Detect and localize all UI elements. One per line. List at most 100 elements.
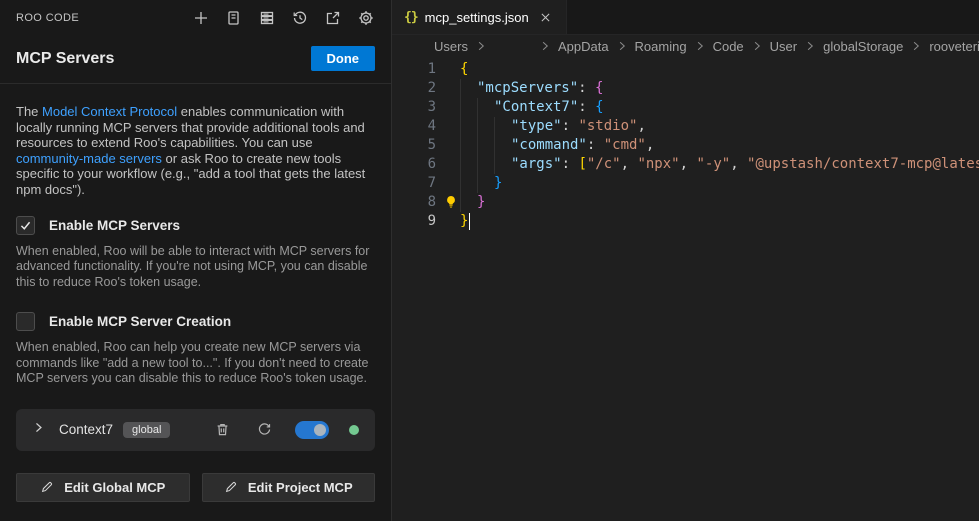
page-title: MCP Servers — [16, 50, 114, 68]
roo-code-panel: ROO CODE — [0, 0, 392, 521]
indent-guide — [477, 98, 494, 117]
prompts-notebook-icon[interactable] — [223, 7, 245, 29]
server-name: Context7 — [59, 422, 113, 437]
chevron-right-icon[interactable] — [32, 421, 45, 439]
indent-guide — [460, 174, 477, 193]
editor-group: {} mcp_settings.json Users AppData Roaming… — [392, 0, 979, 521]
pencil-icon — [40, 480, 54, 494]
enable-mcp-creation-checkbox[interactable] — [16, 312, 35, 331]
token-b1: { — [460, 61, 468, 77]
line-number: 3 — [392, 98, 436, 117]
intro-text: The — [16, 104, 42, 119]
token-pn: : — [578, 99, 595, 115]
breadcrumb-item[interactable]: Code — [713, 39, 744, 54]
token-pn: : — [562, 156, 579, 172]
code-line: 7} — [392, 174, 979, 193]
edit-global-mcp-label: Edit Global MCP — [64, 480, 165, 495]
token-b2: } — [477, 194, 485, 210]
panel-header: ROO CODE — [0, 0, 391, 36]
mcp-server-icon[interactable] — [256, 7, 278, 29]
enable-mcp-servers-checkbox[interactable] — [16, 216, 35, 235]
server-row-context7[interactable]: Context7 global — [16, 409, 375, 451]
toggle-knob — [314, 424, 326, 436]
server-enabled-toggle[interactable] — [295, 421, 329, 439]
token-str: "npx" — [637, 156, 679, 172]
token-b1: } — [460, 213, 468, 229]
line-content: "command": "cmd", — [460, 136, 654, 155]
indent-guide — [477, 117, 494, 136]
indent-guide — [477, 174, 494, 193]
panel-toolbar — [190, 7, 377, 29]
intro-link[interactable]: community-made servers — [16, 151, 162, 166]
enable-mcp-creation-label: Enable MCP Server Creation — [49, 314, 231, 329]
panel-title: ROO CODE — [16, 12, 79, 24]
code-line: 1{ — [392, 60, 979, 79]
line-number: 2 — [392, 79, 436, 98]
edit-global-mcp-button[interactable]: Edit Global MCP — [16, 473, 190, 502]
new-task-plus-icon[interactable] — [190, 7, 212, 29]
token-pn: , — [621, 156, 638, 172]
token-pn: , — [680, 156, 697, 172]
indent-guide — [460, 193, 477, 212]
code-line: 6 "args": ["/c", "npx", "-y", "@upstash/c… — [392, 155, 979, 174]
breadcrumb-item[interactable]: Roaming — [635, 39, 687, 54]
mcp-header-row: MCP Servers Done — [0, 36, 391, 83]
token-key: "Context7" — [494, 99, 578, 115]
code-line: 4 "type": "stdio", — [392, 117, 979, 136]
text-cursor — [469, 213, 470, 230]
enable-mcp-servers-label: Enable MCP Servers — [49, 218, 180, 233]
tab-mcp-settings-json[interactable]: {} mcp_settings.json — [392, 0, 567, 34]
line-number: 4 — [392, 117, 436, 136]
breadcrumb-chevron-icon — [751, 40, 763, 52]
line-number: 6 — [392, 155, 436, 174]
line-content: { — [460, 60, 468, 79]
settings-gear-icon[interactable] — [355, 7, 377, 29]
code-line: 9} — [392, 212, 979, 231]
indent-guide — [460, 136, 477, 155]
open-in-editor-icon[interactable] — [322, 7, 344, 29]
code-line: 2"mcpServers": { — [392, 79, 979, 98]
token-str: "stdio" — [578, 118, 637, 134]
restart-refresh-icon[interactable] — [253, 419, 275, 441]
line-number: 1 — [392, 60, 436, 79]
token-key: "args" — [511, 156, 562, 172]
indent-guide — [460, 155, 477, 174]
delete-trash-icon[interactable] — [211, 419, 233, 441]
enable-mcp-servers-description: When enabled, Roo will be able to intera… — [16, 244, 375, 291]
check-icon — [19, 219, 32, 232]
line-content: "type": "stdio", — [460, 117, 646, 136]
breadcrumb-chevron-icon — [910, 40, 922, 52]
code-editor[interactable]: 1{2"mcpServers": {3"Context7": {4"type":… — [392, 57, 979, 521]
breadcrumb-item[interactable]: rooveterinaryinc.roo-cli — [929, 39, 979, 54]
line-content: "args": ["/c", "npx", "-y", "@upstash/co… — [460, 155, 979, 174]
token-pn: : — [587, 137, 604, 153]
indent-guide — [494, 155, 511, 174]
tab-close-icon[interactable] — [536, 7, 556, 27]
json-file-icon: {} — [404, 10, 418, 25]
indent-guide — [460, 79, 477, 98]
breadcrumb-chevron-icon — [616, 40, 628, 52]
token-str: "@upstash/context7-mcp@latest" — [747, 156, 979, 172]
pencil-icon — [224, 480, 238, 494]
done-button[interactable]: Done — [311, 46, 376, 71]
line-content: } — [460, 212, 470, 231]
breadcrumb-item[interactable]: globalStorage — [823, 39, 903, 54]
breadcrumb-item[interactable]: Users — [434, 39, 468, 54]
edit-project-mcp-button[interactable]: Edit Project MCP — [202, 473, 376, 502]
token-pn: , — [646, 137, 654, 153]
indent-guide — [460, 117, 477, 136]
line-content: "Context7": { — [460, 98, 604, 117]
editor-tabbar: {} mcp_settings.json — [392, 0, 979, 35]
lightbulb-icon[interactable] — [444, 195, 458, 209]
code-line: 3 "Context7": { — [392, 98, 979, 117]
line-number: 5 — [392, 136, 436, 155]
token-str: "/c" — [587, 156, 621, 172]
breadcrumb-item[interactable]: User — [770, 39, 797, 54]
indent-guide — [477, 136, 494, 155]
breadcrumb-item[interactable]: AppData — [558, 39, 609, 54]
intro-link[interactable]: Model Context Protocol — [42, 104, 177, 119]
vscode-window: ROO CODE — [0, 0, 979, 521]
token-b1: [ — [578, 156, 586, 172]
history-icon[interactable] — [289, 7, 311, 29]
code-line: 5 "command": "cmd", — [392, 136, 979, 155]
